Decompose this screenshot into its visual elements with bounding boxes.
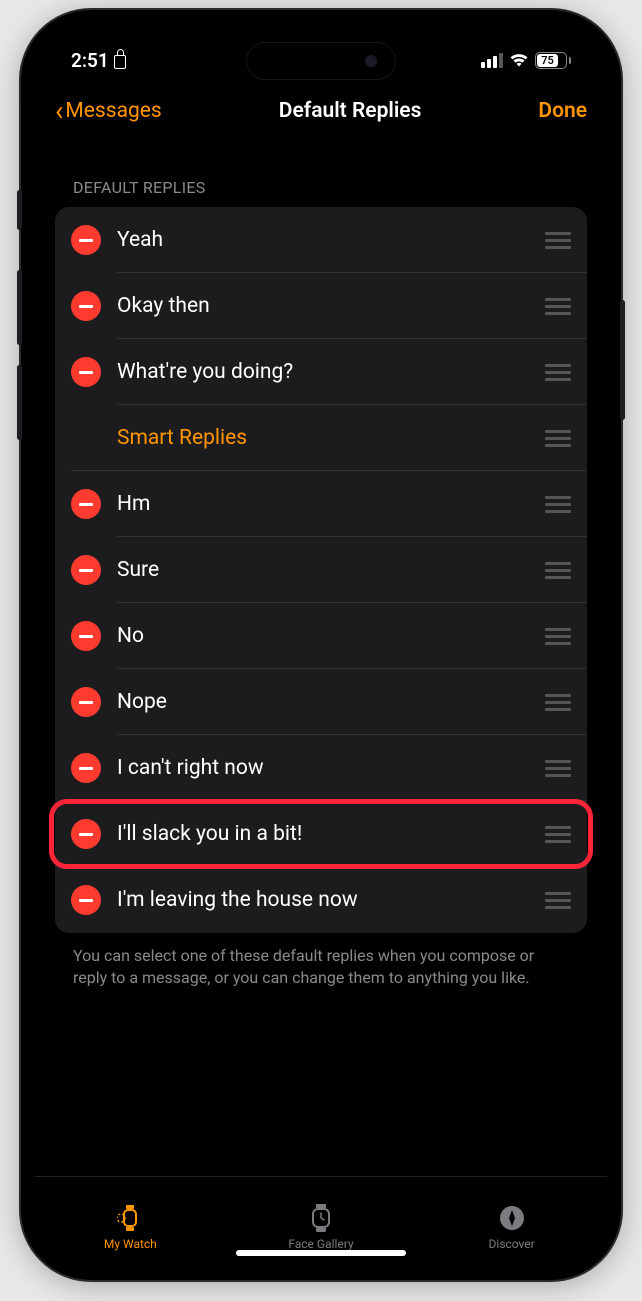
reply-label: Nope <box>117 690 529 714</box>
tab-my-watch[interactable]: My Watch <box>80 1203 180 1251</box>
tab-label: Face Gallery <box>288 1237 353 1251</box>
watch-face-icon <box>306 1203 336 1233</box>
tab-label: Discover <box>489 1237 535 1251</box>
reply-label: I can't right now <box>117 756 529 780</box>
reply-row[interactable]: I'll slack you in a bit! <box>55 801 587 867</box>
reply-row[interactable]: Nope <box>55 669 587 735</box>
drag-handle-icon[interactable] <box>545 490 571 519</box>
reply-row[interactable]: I can't right now <box>55 735 587 801</box>
battery-icon: 75 <box>535 52 571 69</box>
delete-icon[interactable] <box>71 753 101 783</box>
back-label: Messages <box>65 99 161 123</box>
delete-icon[interactable] <box>71 621 101 651</box>
drag-handle-icon[interactable] <box>545 424 571 453</box>
screen: 2:51 75 ‹ Messages Default Replies Done <box>35 24 607 1266</box>
reply-row[interactable]: Yeah <box>55 207 587 273</box>
footer-text: You can select one of these default repl… <box>55 933 587 1002</box>
content-scroll[interactable]: DEFAULT REPLIES Yeah Okay then What're you… <box>35 140 607 1176</box>
reply-row[interactable]: Sure <box>55 537 587 603</box>
delete-icon[interactable] <box>71 291 101 321</box>
silence-switch <box>17 190 22 230</box>
drag-handle-icon[interactable] <box>545 688 571 717</box>
power-button <box>620 300 625 420</box>
watch-icon <box>115 1203 145 1233</box>
drag-handle-icon[interactable] <box>545 622 571 651</box>
section-header: DEFAULT REPLIES <box>55 140 587 207</box>
nav-bar: ‹ Messages Default Replies Done <box>35 84 607 140</box>
volume-up-button <box>17 270 22 345</box>
home-indicator[interactable] <box>236 1250 406 1256</box>
reply-row[interactable]: I'm leaving the house now <box>55 867 587 933</box>
reply-label: Okay then <box>117 294 529 318</box>
reply-label: Smart Replies <box>117 426 529 450</box>
reply-row[interactable]: Okay then <box>55 273 587 339</box>
battery-percent: 75 <box>537 54 558 67</box>
status-time: 2:51 <box>71 49 109 72</box>
reply-list: Yeah Okay then What're you doing? Smart Rep… <box>55 207 587 933</box>
phone-frame: 2:51 75 ‹ Messages Default Replies Done <box>21 10 621 1280</box>
drag-handle-icon[interactable] <box>545 886 571 915</box>
reply-label: I'm leaving the house now <box>117 888 529 912</box>
orientation-lock-icon <box>114 55 126 69</box>
tab-label: My Watch <box>104 1237 157 1251</box>
delete-icon[interactable] <box>71 489 101 519</box>
nav-title: Default Replies <box>279 99 422 123</box>
tab-discover[interactable]: Discover <box>462 1203 562 1251</box>
compass-icon <box>497 1203 527 1233</box>
reply-row[interactable]: What're you doing? <box>55 339 587 405</box>
drag-handle-icon[interactable] <box>545 820 571 849</box>
reply-row[interactable]: Hm <box>55 471 587 537</box>
drag-handle-icon[interactable] <box>545 292 571 321</box>
delete-icon[interactable] <box>71 555 101 585</box>
cellular-signal-icon <box>481 53 503 68</box>
delete-icon[interactable] <box>71 225 101 255</box>
reply-label: What're you doing? <box>117 360 529 384</box>
dynamic-island <box>246 42 396 80</box>
delete-icon[interactable] <box>71 357 101 387</box>
drag-handle-icon[interactable] <box>545 226 571 255</box>
wifi-icon <box>509 53 529 68</box>
reply-label: Hm <box>117 492 529 516</box>
reply-row[interactable]: No <box>55 603 587 669</box>
delete-icon[interactable] <box>71 885 101 915</box>
tab-face-gallery[interactable]: Face Gallery <box>271 1203 371 1251</box>
chevron-left-icon: ‹ <box>55 97 63 125</box>
reply-row[interactable]: Smart Replies <box>55 405 587 471</box>
drag-handle-icon[interactable] <box>545 754 571 783</box>
delete-icon[interactable] <box>71 819 101 849</box>
delete-icon[interactable] <box>71 687 101 717</box>
drag-handle-icon[interactable] <box>545 358 571 387</box>
volume-down-button <box>17 365 22 440</box>
done-button[interactable]: Done <box>538 99 587 123</box>
drag-handle-icon[interactable] <box>545 556 571 585</box>
reply-label: No <box>117 624 529 648</box>
reply-label: Yeah <box>117 228 529 252</box>
reply-label: Sure <box>117 558 529 582</box>
back-button[interactable]: ‹ Messages <box>55 97 162 125</box>
reply-label: I'll slack you in a bit! <box>117 822 529 846</box>
status-time-group: 2:51 <box>71 49 126 72</box>
